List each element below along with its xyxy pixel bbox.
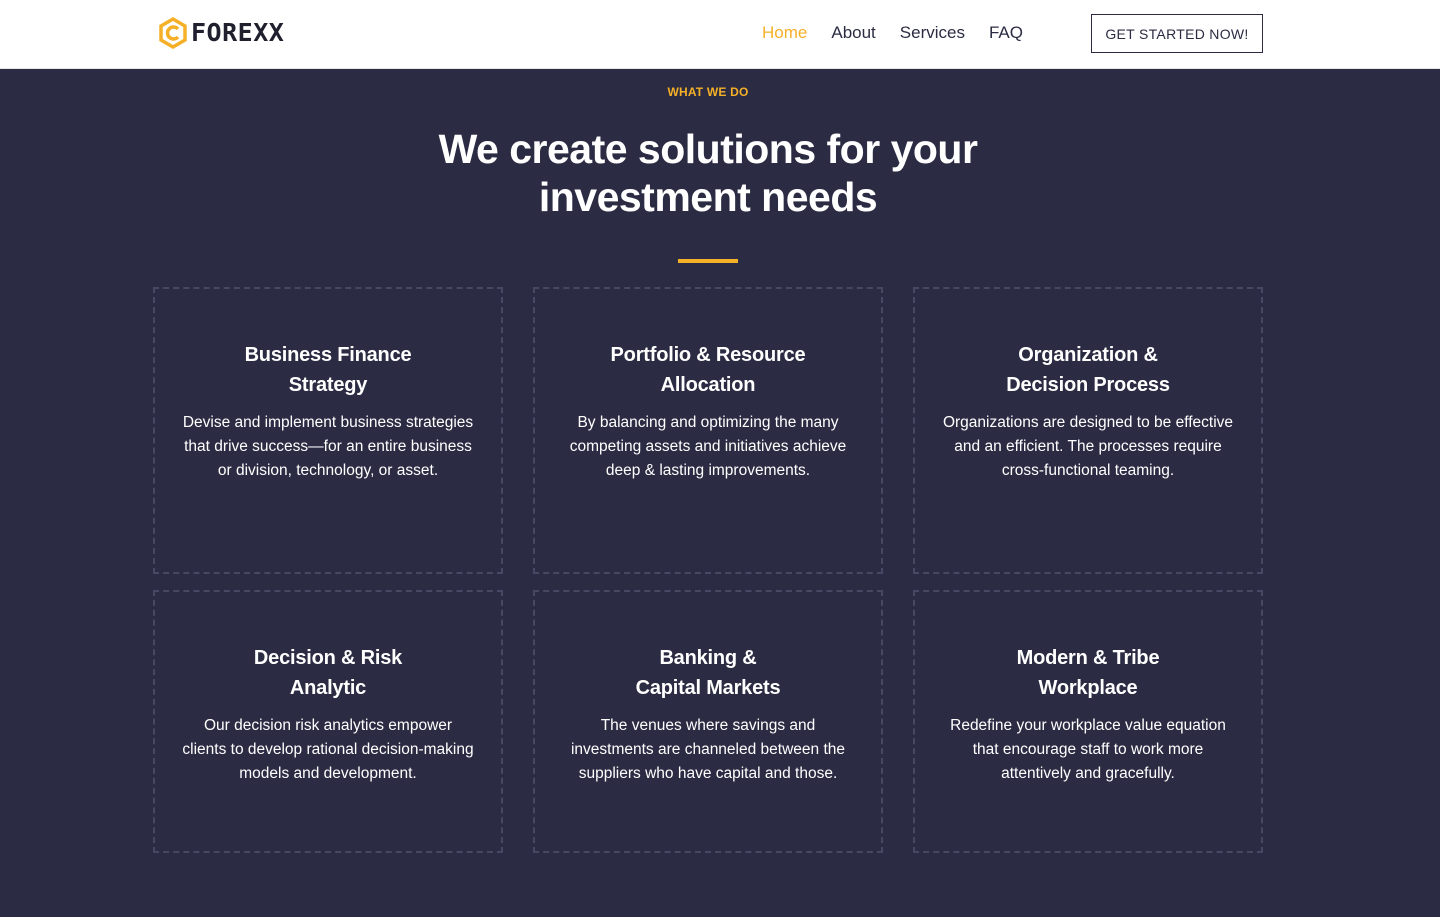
forexx-logo-icon bbox=[159, 17, 187, 49]
nav-home[interactable]: Home bbox=[762, 22, 807, 44]
service-card-decision-risk: Decision & Risk Analytic Our decision ri… bbox=[153, 590, 503, 853]
service-card-workplace: Modern & Tribe Workplace Redefine your w… bbox=[913, 590, 1263, 853]
main-nav: Home About Services FAQ bbox=[762, 22, 1047, 44]
card-title: Decision & Risk Analytic bbox=[181, 643, 475, 703]
what-we-do-section: WHAT WE DO We create solutions for your … bbox=[0, 69, 1440, 917]
card-title: Business Finance Strategy bbox=[181, 340, 475, 400]
card-text: By balancing and optimizing the many com… bbox=[569, 414, 847, 479]
card-title-line-1: Banking & bbox=[659, 647, 757, 669]
service-card-business-finance: Business Finance Strategy Devise and imp… bbox=[153, 287, 503, 574]
service-card-banking: Banking & Capital Markets The venues whe… bbox=[533, 590, 883, 853]
site-header: FOREXX Home About Services FAQ GET START… bbox=[0, 0, 1440, 69]
card-title-line-2: Decision Process bbox=[1006, 374, 1170, 396]
card-title-line-1: Business Finance bbox=[244, 344, 412, 366]
brand-logo[interactable]: FOREXX bbox=[157, 17, 284, 49]
card-title-line-1: Organization & bbox=[1018, 344, 1158, 366]
card-text: Devise and implement business strategies… bbox=[182, 414, 474, 479]
card-title-line-2: Allocation bbox=[660, 374, 756, 396]
heading-divider bbox=[678, 259, 738, 263]
service-card-organization: Organization & Decision Process Organiza… bbox=[913, 287, 1263, 574]
card-title-line-1: Decision & Risk bbox=[253, 647, 403, 669]
card-title-line-1: Portfolio & Resource bbox=[610, 344, 806, 366]
card-title: Banking & Capital Markets bbox=[561, 643, 855, 703]
section-heading: We create solutions for your investment … bbox=[408, 125, 1008, 221]
nav-services[interactable]: Services bbox=[900, 22, 965, 44]
get-started-button[interactable]: GET STARTED NOW! bbox=[1091, 14, 1263, 53]
card-text: Our decision risk analytics empower clie… bbox=[182, 717, 474, 782]
card-title: Portfolio & Resource Allocation bbox=[561, 340, 855, 400]
card-text: The venues where savings and investments… bbox=[570, 717, 845, 782]
heading-line-2: investment needs bbox=[538, 174, 878, 220]
card-title: Organization & Decision Process bbox=[941, 340, 1235, 400]
service-card-portfolio: Portfolio & Resource Allocation By balan… bbox=[533, 287, 883, 574]
heading-line-1: We create solutions for your bbox=[438, 126, 978, 172]
card-title-line-2: Workplace bbox=[1038, 677, 1138, 699]
section-eyebrow: WHAT WE DO bbox=[667, 85, 749, 99]
nav-about[interactable]: About bbox=[831, 22, 875, 44]
card-text: Organizations are designed to be effecti… bbox=[942, 414, 1234, 479]
card-title-line-2: Strategy bbox=[288, 374, 368, 396]
card-text: Redefine your workplace value equation t… bbox=[950, 717, 1226, 782]
nav-faq[interactable]: FAQ bbox=[989, 22, 1023, 44]
card-title-line-2: Capital Markets bbox=[635, 677, 781, 699]
card-title: Modern & Tribe Workplace bbox=[941, 643, 1235, 703]
brand-name: FOREXX bbox=[191, 18, 285, 47]
card-title-line-2: Analytic bbox=[289, 677, 367, 699]
card-title-line-1: Modern & Tribe bbox=[1016, 647, 1160, 669]
